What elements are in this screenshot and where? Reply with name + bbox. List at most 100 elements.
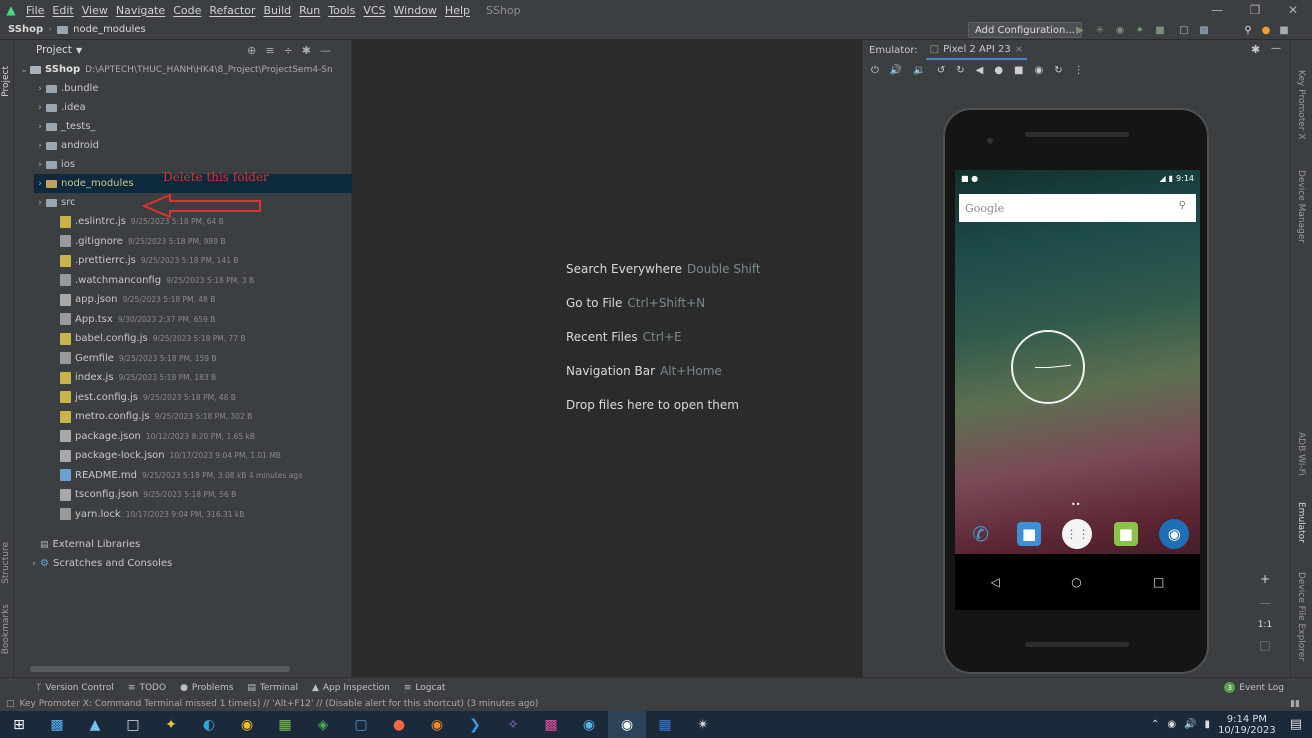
power-icon[interactable]: ⏻ <box>871 65 879 76</box>
paint-app-icon[interactable]: ◈ <box>304 711 342 738</box>
mail-app-icon[interactable]: ▲ <box>76 711 114 738</box>
active-app-icon[interactable]: ◉ <box>608 711 646 738</box>
chevron-right-icon[interactable]: › <box>28 559 40 569</box>
word-app-icon[interactable]: ▦ <box>646 711 684 738</box>
version-control-button[interactable]: ᛉ Version Control <box>36 683 114 693</box>
postman-app-icon[interactable]: ● <box>380 711 418 738</box>
breadcrumb-folder[interactable]: node_modules <box>73 24 146 35</box>
maximize-icon[interactable]: ❐ <box>1238 0 1272 20</box>
scratches-and-consoles[interactable]: › ⚙ Scratches and Consoles <box>28 554 172 573</box>
close-tab-icon[interactable]: × <box>1015 44 1023 55</box>
device-manager-tool-button[interactable]: Device Manager <box>1296 170 1306 243</box>
store-app-icon[interactable]: □ <box>114 711 152 738</box>
toggle-tool-windows-icon[interactable]: □ <box>6 699 15 709</box>
chevron-down-icon[interactable]: ▼ <box>76 46 82 55</box>
chevron-right-icon[interactable]: › <box>34 103 46 113</box>
update-icon[interactable]: ● <box>1258 21 1274 39</box>
menu-file[interactable]: File <box>22 4 48 17</box>
chevron-up-icon[interactable]: ⌃ <box>1151 719 1159 730</box>
tree-root[interactable]: ⌄ SShop D:\APTECH\THUC_HANH\HK4\8_Projec… <box>18 60 333 79</box>
zoom-out-button[interactable]: — <box>1255 596 1275 610</box>
language-icon[interactable]: ◉ <box>1167 719 1176 730</box>
more-icon[interactable]: ⋮ <box>1074 65 1084 76</box>
rotate-left-icon[interactable]: ↺ <box>937 65 945 76</box>
close-icon[interactable]: ✕ <box>1276 0 1310 20</box>
file-row[interactable]: yarn.lock 10/17/2023 9:04 PM, 316.31 kB <box>60 505 244 524</box>
memory-indicator-icon[interactable]: ▮▮ <box>1290 699 1300 709</box>
file-row[interactable]: Gemfile 9/25/2023 5:18 PM, 159 B <box>60 349 217 368</box>
run-icon[interactable]: ▶ <box>1072 21 1088 39</box>
camera-icon[interactable]: ◉ <box>1035 65 1044 76</box>
tray-clock[interactable]: 9:14 PM 10/19/2023 <box>1218 714 1276 736</box>
file-row[interactable]: jest.config.js 9/25/2023 5:18 PM, 48 B <box>60 388 236 407</box>
todo-button[interactable]: ≡ TODO <box>128 683 166 693</box>
file-explorer-icon[interactable]: ▩ <box>38 711 76 738</box>
terminal-button[interactable]: ▤ Terminal <box>247 683 298 693</box>
adb-wifi-tool-button[interactable]: ADB Wi-Fi <box>1296 432 1306 476</box>
messaging-app-icon[interactable]: ■ <box>1113 522 1138 546</box>
chevron-right-icon[interactable]: › <box>34 179 46 189</box>
chevron-right-icon[interactable]: › <box>34 122 46 132</box>
home-icon[interactable]: ● <box>994 65 1003 76</box>
chrome-browser-icon[interactable]: ◉ <box>228 711 266 738</box>
hide-panel-icon[interactable]: — <box>1271 43 1281 54</box>
chevron-down-icon[interactable]: ⌄ <box>18 65 30 75</box>
emulator-tool-button[interactable]: Emulator <box>1296 502 1306 543</box>
menu-tools[interactable]: Tools <box>324 4 359 17</box>
rotate-right-icon[interactable]: ↻ <box>956 65 964 76</box>
hide-panel-icon[interactable]: — <box>320 44 331 57</box>
file-row[interactable]: index.js 9/25/2023 5:18 PM, 183 B <box>60 368 216 387</box>
chevron-right-icon[interactable]: › <box>34 160 46 170</box>
app-drawer-icon[interactable]: ⋮⋮ <box>1062 519 1093 549</box>
horizontal-scrollbar[interactable] <box>30 666 290 672</box>
folder-row[interactable]: › src <box>34 193 75 212</box>
collapse-all-icon[interactable]: ÷ <box>284 44 293 57</box>
coverage-icon[interactable]: ◉ <box>1112 21 1128 39</box>
file-row[interactable]: README.md 9/25/2023 5:18 PM, 3.08 kB 4 mi… <box>60 466 303 485</box>
snipping-tool-icon[interactable]: ▢ <box>342 711 380 738</box>
search-icon[interactable]: ⚲ <box>1240 21 1256 39</box>
visual-studio-icon[interactable]: ✧ <box>494 711 532 738</box>
menu-help[interactable]: Help <box>441 4 474 17</box>
structure-tool-button[interactable]: Structure <box>1 542 11 584</box>
overview-icon[interactable]: ■ <box>1014 65 1023 76</box>
file-row[interactable]: tsconfig.json 9/25/2023 5:18 PM, 56 B <box>60 485 236 504</box>
device-file-explorer-tool-button[interactable]: Device File Explorer <box>1296 572 1306 661</box>
chevron-right-icon[interactable]: › <box>34 84 46 94</box>
notepad-icon[interactable]: ▦ <box>266 711 304 738</box>
snapshot-icon[interactable]: ↻ <box>1054 65 1062 76</box>
file-row[interactable]: .watchmanconfig 9/25/2023 5:18 PM, 3 B <box>60 271 254 290</box>
project-view-selector[interactable]: Project <box>36 44 72 56</box>
folder-row[interactable]: › ios <box>34 155 75 174</box>
expand-all-icon[interactable]: ≡ <box>265 44 274 57</box>
battery-tray-icon[interactable]: ▮ <box>1205 719 1211 730</box>
volume-down-icon[interactable]: 🔉 <box>913 65 925 76</box>
add-configuration-button[interactable]: Add Configuration... <box>968 22 1082 38</box>
browser-app-icon[interactable]: ◉ <box>1159 519 1190 549</box>
sdk-manager-icon[interactable]: ▩ <box>1196 21 1212 39</box>
bookmarks-tool-button[interactable]: Bookmarks <box>1 604 11 654</box>
gear-icon[interactable]: ✱ <box>302 44 311 57</box>
vscode-icon[interactable]: ❯ <box>456 711 494 738</box>
device-manager-icon[interactable]: □ <box>1176 21 1192 39</box>
file-row[interactable]: App.tsx 9/30/2023 2:37 PM, 659 B <box>60 310 215 329</box>
menu-view[interactable]: View <box>78 4 112 17</box>
xampp-app-icon[interactable]: ◉ <box>418 711 456 738</box>
minimize-icon[interactable]: — <box>1200 0 1234 20</box>
menu-run[interactable]: Run <box>295 4 324 17</box>
back-icon[interactable]: ◀ <box>976 65 984 76</box>
windows-start-icon[interactable]: ⊞ <box>0 711 38 738</box>
device-screen[interactable]: ■ ● ◢ ▮ 9:14 Google ⚲ •• ✆ ■ ⋮⋮ ■ ◉ ◁ ○ … <box>955 170 1200 610</box>
volume-up-icon[interactable]: 🔊 <box>890 65 902 76</box>
app-inspection-button[interactable]: ▲ App Inspection <box>312 683 390 693</box>
volume-icon[interactable]: 🔊 <box>1184 719 1196 730</box>
menu-refactor[interactable]: Refactor <box>205 4 259 17</box>
problems-button[interactable]: ● Problems <box>180 683 233 693</box>
key-promoter-tool-button[interactable]: Key Promoter X <box>1296 70 1306 140</box>
menu-navigate[interactable]: Navigate <box>112 4 169 17</box>
folder-row[interactable]: › android <box>34 136 99 155</box>
zoom-actual-size-button[interactable]: 1:1 <box>1255 620 1275 630</box>
edge-browser-icon[interactable]: ◐ <box>190 711 228 738</box>
file-row[interactable]: package-lock.json 10/17/2023 9:04 PM, 1.0… <box>60 446 281 465</box>
profile-icon[interactable]: ✴ <box>1132 21 1148 39</box>
